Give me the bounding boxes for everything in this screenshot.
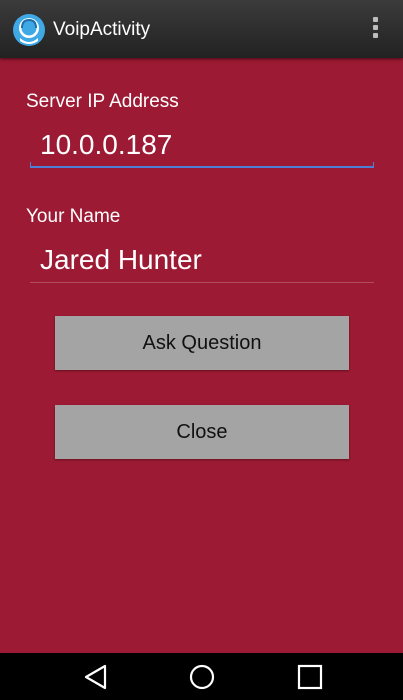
overflow-menu-icon[interactable] bbox=[363, 16, 387, 44]
your-name-underline bbox=[30, 282, 374, 283]
your-name-input[interactable] bbox=[30, 240, 374, 280]
server-ip-underline bbox=[30, 162, 374, 168]
close-button[interactable]: Close bbox=[55, 405, 349, 459]
server-ip-input[interactable] bbox=[30, 125, 374, 165]
app-screen: VoipActivity Server IP Address Your Name… bbox=[0, 0, 403, 700]
chat-person-icon bbox=[13, 14, 45, 46]
server-ip-label: Server IP Address bbox=[26, 91, 179, 112]
app-title: VoipActivity bbox=[53, 19, 151, 40]
action-bar: VoipActivity bbox=[0, 0, 403, 58]
recents-square-icon[interactable] bbox=[296, 663, 324, 691]
back-triangle-icon[interactable] bbox=[81, 663, 109, 691]
navigation-bar bbox=[0, 653, 403, 700]
your-name-label: Your Name bbox=[26, 206, 121, 227]
home-circle-icon[interactable] bbox=[188, 663, 216, 691]
ask-question-button[interactable]: Ask Question bbox=[55, 316, 349, 370]
